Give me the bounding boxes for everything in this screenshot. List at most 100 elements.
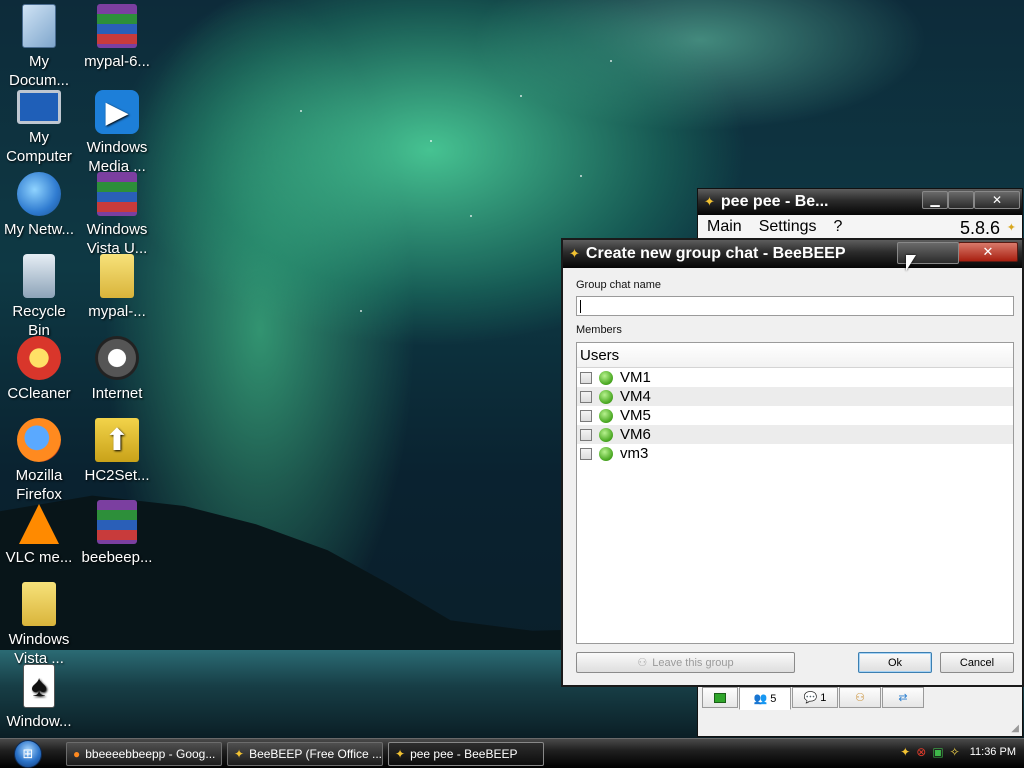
member-checkbox[interactable] xyxy=(580,409,592,422)
bee-icon: ✦ xyxy=(395,747,406,761)
dialog-close-button[interactable]: ✕ xyxy=(897,242,1018,264)
group-name-input[interactable] xyxy=(576,296,1014,316)
desktop-icon-vlc[interactable]: VLC me... xyxy=(0,500,78,567)
member-checkbox[interactable] xyxy=(580,390,592,403)
main-window-titlebar[interactable]: ✦ pee pee - Be... ▁ ✕ xyxy=(698,189,1022,215)
toolbar-users-button[interactable]: 👥 5 xyxy=(739,687,791,710)
ok-button[interactable]: Ok xyxy=(858,652,932,673)
desktop-icon-my-documents[interactable]: My Docum... xyxy=(0,4,78,90)
desktop-icon-ccleaner[interactable]: CCleaner xyxy=(0,336,78,403)
close-button[interactable]: ✕ xyxy=(974,191,1020,209)
desktop-icon-label: CCleaner xyxy=(7,385,71,402)
bee-icon: ✦ xyxy=(234,747,245,761)
taskbar: ⊞ ● bbeeeebbeepp - Goog... ✦ BeeBEEP (Fr… xyxy=(0,738,1024,768)
menu-settings[interactable]: Settings xyxy=(759,218,817,236)
cancel-button[interactable]: Cancel xyxy=(940,652,1014,673)
maximize-button[interactable] xyxy=(948,191,974,209)
taskbar-item-pee-pee-beebeep[interactable]: ✦ pee pee - BeeBEEP xyxy=(388,742,544,766)
clock[interactable]: 11:36 PM xyxy=(970,746,1016,758)
member-checkbox[interactable] xyxy=(580,371,592,384)
windows-media-player-icon: ▶ xyxy=(95,90,139,134)
group-icon: ⚇ xyxy=(855,692,865,704)
network-icon[interactable]: ▣ xyxy=(932,745,943,759)
member-name: VM6 xyxy=(620,426,651,443)
member-row-vm5[interactable]: VM5 xyxy=(577,406,1013,425)
desktop-icon-hc2setup[interactable]: ⬆ HC2Set... xyxy=(78,418,156,485)
members-list-header[interactable]: Users xyxy=(577,343,1013,368)
firefox-icon: ● xyxy=(73,747,81,761)
wand-icon[interactable]: ✧ xyxy=(950,745,960,759)
members-list[interactable]: Users VM1 VM4 VM5 VM6 vm3 xyxy=(576,342,1014,644)
bee-icon: ✦ xyxy=(569,246,580,261)
member-row-vm1[interactable]: VM1 xyxy=(577,368,1013,387)
desktop-icon-mypal-archive[interactable]: mypal-6... xyxy=(78,4,156,71)
member-name: VM1 xyxy=(620,369,651,386)
desktop-icon-label: mypal-... xyxy=(88,303,146,320)
desktop-icon-my-network[interactable]: My Netw... xyxy=(0,172,78,239)
desktop-icon-label: My Docum... xyxy=(8,53,69,89)
desktop-icon-mypal-folder[interactable]: mypal-... xyxy=(78,254,156,321)
desktop-icon-label: beebeep... xyxy=(81,549,153,566)
recycle-bin-icon xyxy=(23,254,55,298)
desktop-icon-beebeep-archive[interactable]: beebeep... xyxy=(78,500,156,567)
ok-label: Ok xyxy=(887,656,903,669)
winrar-archive-icon xyxy=(97,172,137,216)
taskbar-item-label: pee pee - BeeBEEP xyxy=(410,747,518,761)
online-status-icon xyxy=(599,389,613,404)
main-menubar: Main Settings ? 5.8.6 ✦ xyxy=(698,215,1022,239)
desktop-icon-my-computer[interactable]: My Computer xyxy=(0,90,78,166)
member-row-vm4[interactable]: VM4 xyxy=(577,387,1013,406)
desktop-icon-windows-vista-u[interactable]: Windows Vista U... xyxy=(78,172,156,258)
taskbar-item-beebeep-office[interactable]: ✦ BeeBEEP (Free Office ... xyxy=(227,742,383,766)
desktop-icon-solitaire[interactable]: ♠ Window... xyxy=(0,664,78,731)
start-button[interactable]: ⊞ xyxy=(8,739,48,768)
online-status-icon xyxy=(599,370,613,385)
member-checkbox[interactable] xyxy=(580,428,592,441)
system-tray: ✦ ⊗ ▣ ✧ 11:36 PM xyxy=(900,745,1016,759)
green-status-icon xyxy=(714,692,726,703)
chats-count: 1 xyxy=(820,691,827,704)
main-toolbar: 👥 5 💬 1 ⚇ ⇄ xyxy=(702,687,934,710)
desktop-icon-label: mypal-6... xyxy=(84,53,150,70)
raccoon-browser-icon xyxy=(95,336,139,380)
my-network-icon xyxy=(17,172,61,216)
minimize-button[interactable]: ▁ xyxy=(922,191,948,209)
toolbar-share-button[interactable]: ⇄ xyxy=(882,687,924,708)
version-label: 5.8.6 xyxy=(959,218,1000,238)
member-row-vm6[interactable]: VM6 xyxy=(577,425,1013,444)
online-status-icon xyxy=(599,446,613,461)
member-name: VM4 xyxy=(620,388,651,405)
mouse-cursor-icon xyxy=(906,255,916,271)
dialog-titlebar[interactable]: ✦ Create new group chat - BeeBEEP ✕ xyxy=(563,240,1022,268)
desktop-icon-firefox[interactable]: Mozilla Firefox xyxy=(0,418,78,504)
winrar-archive-icon xyxy=(97,500,137,544)
desktop-icon-windows-media[interactable]: ▶ Windows Media ... xyxy=(78,90,156,176)
taskbar-item-label: bbeeeebbeepp - Goog... xyxy=(85,747,216,761)
desktop-icon-internet[interactable]: Internet xyxy=(78,336,156,403)
menu-help[interactable]: ? xyxy=(834,218,843,236)
bee-tray-icon[interactable]: ✦ xyxy=(900,745,910,759)
winrar-archive-icon xyxy=(97,4,137,48)
taskbar-item-label: BeeBEEP (Free Office ... xyxy=(249,747,383,761)
online-status-icon xyxy=(599,408,613,423)
toolbar-status-button[interactable] xyxy=(702,687,738,708)
desktop-icon-recycle-bin[interactable]: Recycle Bin xyxy=(0,254,78,340)
desktop-icon-label: Recycle Bin xyxy=(12,303,66,339)
member-checkbox[interactable] xyxy=(580,447,592,460)
resize-grip-icon[interactable]: ◢ xyxy=(1011,723,1019,734)
desktop-icon-windows-vista-folder[interactable]: Windows Vista ... xyxy=(0,582,78,668)
toolbar-chats-button[interactable]: 💬 1 xyxy=(792,687,838,708)
member-row-vm3[interactable]: vm3 xyxy=(577,444,1013,463)
chat-icon: 💬 xyxy=(803,692,818,704)
menu-main[interactable]: Main xyxy=(707,218,742,236)
leave-group-button[interactable]: ⚇ Leave this group xyxy=(576,652,795,673)
toolbar-groups-button[interactable]: ⚇ xyxy=(839,687,881,708)
windows-logo-icon: ⊞ xyxy=(14,740,42,768)
leave-group-label: Leave this group xyxy=(652,656,734,669)
solitaire-icon: ♠ xyxy=(23,664,55,708)
text-caret xyxy=(580,300,581,313)
taskbar-item-firefox[interactable]: ● bbeeeebbeepp - Goog... xyxy=(66,742,222,766)
security-alert-icon[interactable]: ⊗ xyxy=(916,745,926,759)
firefox-icon xyxy=(17,418,61,462)
create-group-chat-dialog: ✦ Create new group chat - BeeBEEP ✕ Grou… xyxy=(561,238,1024,687)
